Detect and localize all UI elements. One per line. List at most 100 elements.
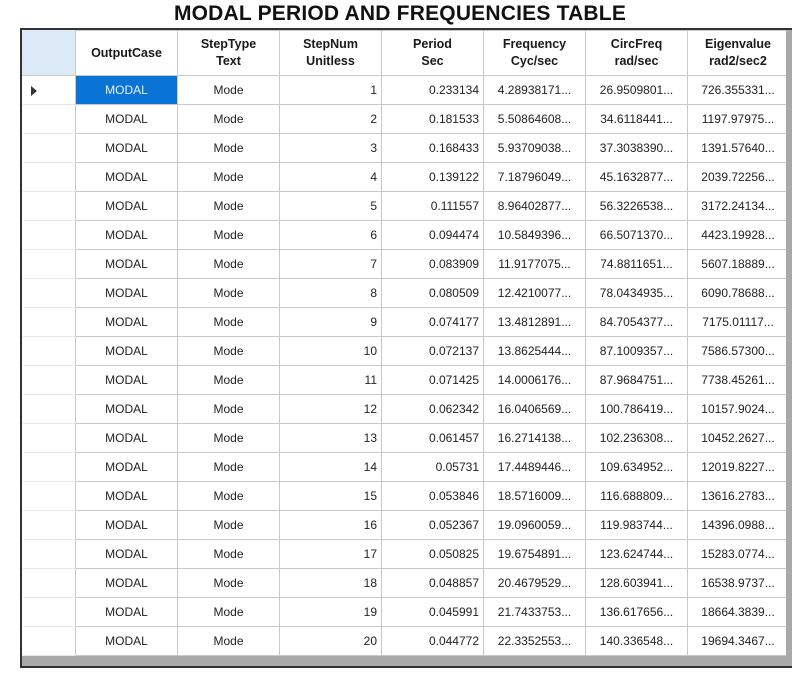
cell-stepnum[interactable]: 9 <box>279 307 382 337</box>
table-row[interactable]: MODAL Mode 16 0.052367 19.0960059... 119.9837… <box>22 510 789 540</box>
cell-steptype[interactable]: Mode <box>177 481 280 511</box>
table-row[interactable]: MODAL Mode 15 0.053846 18.5716009... 116.6888… <box>22 481 789 511</box>
cell-steptype[interactable]: Mode <box>177 539 280 569</box>
cell-eigenvalue[interactable]: 2039.72256... <box>687 162 789 192</box>
cell-stepnum[interactable]: 7 <box>279 249 382 279</box>
table-row[interactable]: MODAL Mode 14 0.05731 17.4489446... 109.63495… <box>22 452 789 482</box>
cell-frequency[interactable]: 18.5716009... <box>483 481 586 511</box>
cell-stepnum[interactable]: 15 <box>279 481 382 511</box>
row-header[interactable] <box>22 597 76 627</box>
cell-circfreq[interactable]: 34.6118441... <box>585 104 688 134</box>
cell-eigenvalue[interactable]: 12019.8227... <box>687 452 789 482</box>
row-header[interactable] <box>22 539 76 569</box>
cell-stepnum[interactable]: 19 <box>279 597 382 627</box>
cell-period[interactable]: 0.083909 <box>381 249 484 279</box>
cell-period[interactable]: 0.233134 <box>381 75 484 105</box>
cell-stepnum[interactable]: 2 <box>279 104 382 134</box>
cell-eigenvalue[interactable]: 10452.2627... <box>687 423 789 453</box>
cell-eigenvalue[interactable]: 14396.0988... <box>687 510 789 540</box>
table-row[interactable]: MODAL Mode 20 0.044772 22.3352553... 140.3365… <box>22 626 789 656</box>
cell-steptype[interactable]: Mode <box>177 220 280 250</box>
cell-steptype[interactable]: Mode <box>177 626 280 656</box>
cell-eigenvalue[interactable]: 1197.97975... <box>687 104 789 134</box>
horizontal-scrollbar[interactable] <box>22 656 792 666</box>
table-row[interactable]: MODAL Mode 1 0.233134 4.28938171... 26.950980… <box>22 75 789 105</box>
cell-steptype[interactable]: Mode <box>177 133 280 163</box>
cell-steptype[interactable]: Mode <box>177 568 280 598</box>
cell-steptype[interactable]: Mode <box>177 162 280 192</box>
cell-steptype[interactable]: Mode <box>177 510 280 540</box>
cell-eigenvalue[interactable]: 726.355331... <box>687 75 789 105</box>
cell-outputcase[interactable]: MODAL <box>75 104 178 134</box>
cell-circfreq[interactable]: 26.9509801... <box>585 75 688 105</box>
cell-frequency[interactable]: 8.96402877... <box>483 191 586 221</box>
cell-outputcase[interactable]: MODAL <box>75 133 178 163</box>
cell-period[interactable]: 0.053846 <box>381 481 484 511</box>
column-header-eigenvalue[interactable]: Eigenvalue rad2/sec2 <box>687 30 789 76</box>
cell-steptype[interactable]: Mode <box>177 249 280 279</box>
cell-frequency[interactable]: 5.93709038... <box>483 133 586 163</box>
table-row[interactable]: MODAL Mode 8 0.080509 12.4210077... 78.043493… <box>22 278 789 308</box>
cell-period[interactable]: 0.062342 <box>381 394 484 424</box>
cell-period[interactable]: 0.094474 <box>381 220 484 250</box>
cell-steptype[interactable]: Mode <box>177 452 280 482</box>
cell-circfreq[interactable]: 37.3038390... <box>585 133 688 163</box>
cell-steptype[interactable]: Mode <box>177 104 280 134</box>
cell-stepnum[interactable]: 8 <box>279 278 382 308</box>
cell-period[interactable]: 0.052367 <box>381 510 484 540</box>
cell-period[interactable]: 0.045991 <box>381 597 484 627</box>
cell-steptype[interactable]: Mode <box>177 191 280 221</box>
row-header[interactable] <box>22 104 76 134</box>
cell-outputcase[interactable]: MODAL <box>75 162 178 192</box>
cell-stepnum[interactable]: 13 <box>279 423 382 453</box>
cell-frequency[interactable]: 16.2714138... <box>483 423 586 453</box>
cell-outputcase[interactable]: MODAL <box>75 394 178 424</box>
cell-stepnum[interactable]: 12 <box>279 394 382 424</box>
table-row[interactable]: MODAL Mode 17 0.050825 19.6754891... 123.6247… <box>22 539 789 569</box>
cell-period[interactable]: 0.072137 <box>381 336 484 366</box>
cell-circfreq[interactable]: 102.236308... <box>585 423 688 453</box>
cell-outputcase[interactable]: MODAL <box>75 423 178 453</box>
cell-steptype[interactable]: Mode <box>177 75 280 105</box>
row-header[interactable] <box>22 278 76 308</box>
cell-period[interactable]: 0.071425 <box>381 365 484 395</box>
cell-frequency[interactable]: 22.3352553... <box>483 626 586 656</box>
cell-stepnum[interactable]: 1 <box>279 75 382 105</box>
cell-period[interactable]: 0.05731 <box>381 452 484 482</box>
row-header[interactable] <box>22 133 76 163</box>
cell-period[interactable]: 0.181533 <box>381 104 484 134</box>
column-header-frequency[interactable]: Frequency Cyc/sec <box>483 30 586 76</box>
cell-frequency[interactable]: 13.8625444... <box>483 336 586 366</box>
cell-frequency[interactable]: 16.0406569... <box>483 394 586 424</box>
cell-outputcase[interactable]: MODAL <box>75 307 178 337</box>
cell-stepnum[interactable]: 10 <box>279 336 382 366</box>
cell-period[interactable]: 0.074177 <box>381 307 484 337</box>
cell-stepnum[interactable]: 20 <box>279 626 382 656</box>
row-header[interactable] <box>22 191 76 221</box>
row-header[interactable] <box>22 220 76 250</box>
cell-period[interactable]: 0.168433 <box>381 133 484 163</box>
row-header[interactable] <box>22 162 76 192</box>
cell-steptype[interactable]: Mode <box>177 394 280 424</box>
cell-steptype[interactable]: Mode <box>177 307 280 337</box>
row-header[interactable] <box>22 336 76 366</box>
table-row[interactable]: MODAL Mode 4 0.139122 7.18796049... 45.163287… <box>22 162 789 192</box>
cell-circfreq[interactable]: 109.634952... <box>585 452 688 482</box>
cell-circfreq[interactable]: 100.786419... <box>585 394 688 424</box>
cell-steptype[interactable]: Mode <box>177 365 280 395</box>
cell-outputcase[interactable]: MODAL <box>75 75 178 105</box>
cell-frequency[interactable]: 17.4489446... <box>483 452 586 482</box>
cell-frequency[interactable]: 5.50864608... <box>483 104 586 134</box>
cell-period[interactable]: 0.044772 <box>381 626 484 656</box>
cell-eigenvalue[interactable]: 13616.2783... <box>687 481 789 511</box>
row-header[interactable] <box>22 510 76 540</box>
cell-stepnum[interactable]: 17 <box>279 539 382 569</box>
cell-circfreq[interactable]: 66.5071370... <box>585 220 688 250</box>
table-row[interactable]: MODAL Mode 12 0.062342 16.0406569... 100.7864… <box>22 394 789 424</box>
cell-outputcase[interactable]: MODAL <box>75 452 178 482</box>
cell-frequency[interactable]: 10.5849396... <box>483 220 586 250</box>
vertical-scrollbar[interactable] <box>786 30 792 666</box>
cell-steptype[interactable]: Mode <box>177 278 280 308</box>
cell-period[interactable]: 0.111557 <box>381 191 484 221</box>
row-header[interactable] <box>22 423 76 453</box>
